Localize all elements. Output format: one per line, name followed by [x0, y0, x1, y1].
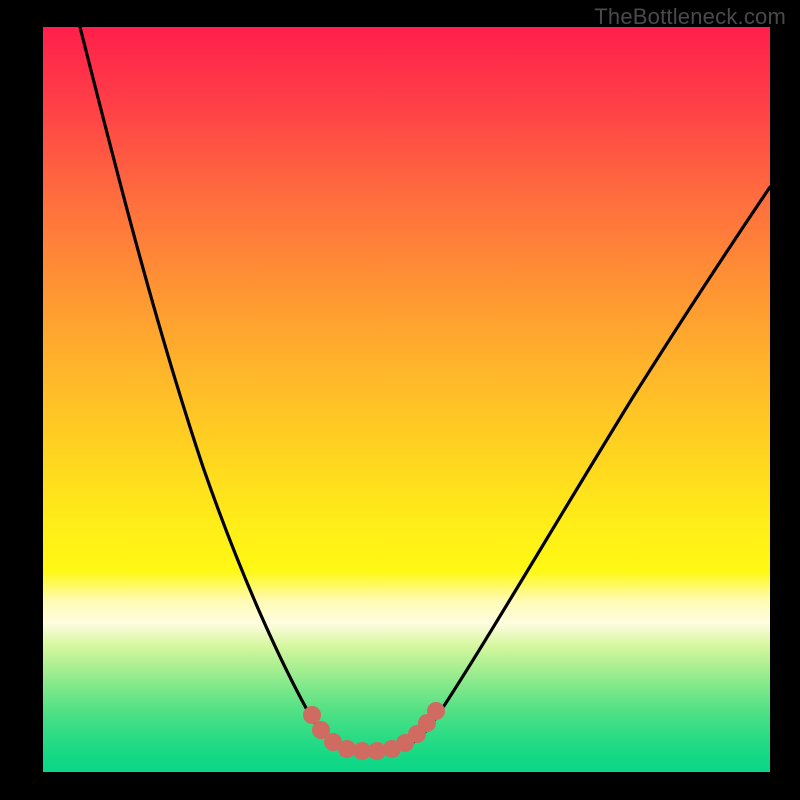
bottleneck-curve [80, 27, 770, 749]
plot-area [43, 27, 770, 772]
chart-frame: TheBottleneck.com [0, 0, 800, 800]
bottleneck-curve-svg [43, 27, 770, 772]
watermark-text: TheBottleneck.com [594, 4, 786, 30]
valley-markers [303, 702, 445, 760]
